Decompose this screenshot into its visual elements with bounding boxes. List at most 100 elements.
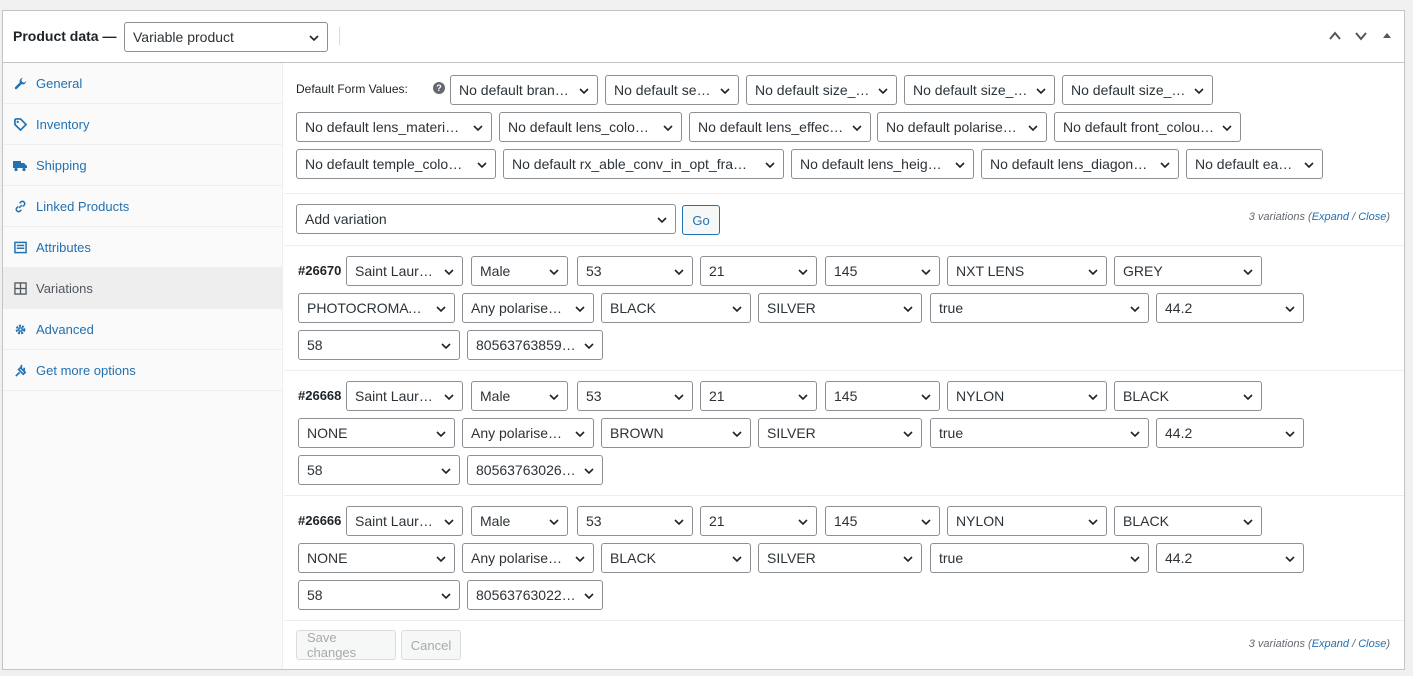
default-lens-material-select[interactable]: No default lens_material… bbox=[296, 112, 492, 142]
product-type-select[interactable]: Variable product bbox=[124, 22, 328, 52]
save-changes-button[interactable]: Save changes bbox=[296, 630, 396, 660]
variation-size-c-select[interactable]: 145 bbox=[825, 381, 940, 411]
chevron-down-icon bbox=[732, 431, 742, 438]
tab-get-more-options[interactable]: Get more options bbox=[3, 350, 282, 391]
variation-lens-height-select[interactable]: 44.2 bbox=[1156, 293, 1304, 323]
close-link[interactable]: Close bbox=[1358, 211, 1386, 223]
header-separator bbox=[339, 27, 340, 45]
variation-sex-select[interactable]: Male bbox=[471, 381, 568, 411]
variations-count: 3 variations (Expand / Close) bbox=[1249, 211, 1390, 223]
variation-lens-colour-select[interactable]: GREY bbox=[1114, 256, 1262, 286]
variation-size-c-select[interactable]: 145 bbox=[825, 506, 940, 536]
variation-brand-select[interactable]: Saint Laurent bbox=[346, 506, 463, 536]
variation-lens-diagonal-select[interactable]: 58 bbox=[298, 580, 460, 610]
variation-lens-effect-select[interactable]: NONE bbox=[298, 543, 455, 573]
help-icon[interactable]: ? bbox=[433, 82, 445, 94]
variation-id[interactable]: #26670 bbox=[298, 263, 341, 278]
variation-action-select[interactable]: Add variation bbox=[296, 204, 676, 234]
tab-general[interactable]: General bbox=[3, 63, 282, 104]
collapse-toggle-icon[interactable] bbox=[1378, 27, 1396, 45]
default-lens-effect-select[interactable]: No default lens_effect… bbox=[689, 112, 871, 142]
default-lens-colour-select[interactable]: No default lens_colour… bbox=[499, 112, 682, 142]
default-front-colour-select[interactable]: No default front_colour… bbox=[1054, 112, 1241, 142]
variation-size-b-select[interactable]: 21 bbox=[700, 256, 817, 286]
variation-size-c-select[interactable]: 145 bbox=[825, 256, 940, 286]
variation-rx-able-select[interactable]: true bbox=[930, 418, 1149, 448]
tab-advanced[interactable]: Advanced bbox=[3, 309, 282, 350]
default-size-a-select[interactable]: No default size_a… bbox=[746, 75, 897, 105]
variation-lens-height-select[interactable]: 44.2 bbox=[1156, 418, 1304, 448]
variation-temple-colour-select[interactable]: SILVER bbox=[758, 293, 922, 323]
default-ean-select[interactable]: No default ean… bbox=[1186, 149, 1323, 179]
variation-lens-colour-select[interactable]: BLACK bbox=[1114, 506, 1262, 536]
variation-polarised-select[interactable]: Any polarised… bbox=[462, 418, 594, 448]
variation-rx-able-select[interactable]: true bbox=[930, 543, 1149, 573]
variation-lens-material-select[interactable]: NYLON bbox=[947, 381, 1107, 411]
tab-variations[interactable]: Variations bbox=[3, 268, 282, 309]
variation-polarised-select[interactable]: Any polarised… bbox=[462, 293, 594, 323]
variation-size-a-select[interactable]: 53 bbox=[577, 256, 693, 286]
variation-front-colour-select[interactable]: BROWN bbox=[601, 418, 751, 448]
select-value: Any polarised… bbox=[471, 425, 567, 441]
variation-front-colour-select[interactable]: BLACK bbox=[601, 293, 751, 323]
variation-size-a-select[interactable]: 53 bbox=[577, 381, 693, 411]
variation-polarised-select[interactable]: Any polarised… bbox=[462, 543, 594, 573]
variation-temple-colour-select[interactable]: SILVER bbox=[758, 418, 922, 448]
select-value: 58 bbox=[307, 462, 323, 478]
variation-rx-able-select[interactable]: true bbox=[930, 293, 1149, 323]
close-link[interactable]: Close bbox=[1358, 638, 1386, 650]
truck-icon bbox=[13, 158, 27, 172]
default-temple-colour-select[interactable]: No default temple_colour… bbox=[296, 149, 496, 179]
grid-icon bbox=[13, 281, 27, 295]
variation-ean-select[interactable]: 8056376385991 bbox=[467, 330, 603, 360]
select-value: NYLON bbox=[956, 388, 1005, 404]
expand-link[interactable]: Expand bbox=[1312, 211, 1349, 223]
default-rx-able-select[interactable]: No default rx_able_conv_in_opt_frame… bbox=[503, 149, 784, 179]
count-text: 3 variations ( bbox=[1248, 211, 1312, 223]
variation-ean-select[interactable]: 8056376302271 bbox=[467, 580, 603, 610]
default-brand-select[interactable]: No default brand… bbox=[450, 75, 598, 105]
select-value: 44.2 bbox=[1165, 550, 1193, 566]
default-lens-height-select[interactable]: No default lens_height… bbox=[791, 149, 974, 179]
variation-id[interactable]: #26668 bbox=[298, 388, 341, 403]
tab-linked-products[interactable]: Linked Products bbox=[3, 186, 282, 227]
variation-lens-diagonal-select[interactable]: 58 bbox=[298, 455, 460, 485]
chevron-down-icon bbox=[441, 343, 451, 350]
default-sex-select[interactable]: No default sex… bbox=[605, 75, 739, 105]
variation-lens-effect-select[interactable]: PHOTOCROMATIC bbox=[298, 293, 455, 323]
select-value: No default lens_diagonal… bbox=[990, 156, 1152, 172]
expand-link[interactable]: Expand bbox=[1312, 638, 1349, 650]
variation-id[interactable]: #26666 bbox=[298, 513, 341, 528]
variation-brand-select[interactable]: Saint Laurent bbox=[346, 256, 463, 286]
tab-inventory[interactable]: Inventory bbox=[3, 104, 282, 145]
default-size-b-select[interactable]: No default size_b… bbox=[904, 75, 1055, 105]
variation-front-colour-select[interactable]: BLACK bbox=[601, 543, 751, 573]
variation-size-a-select[interactable]: 53 bbox=[577, 506, 693, 536]
variation-size-b-select[interactable]: 21 bbox=[700, 506, 817, 536]
variation-lens-material-select[interactable]: NXT LENS bbox=[947, 256, 1107, 286]
variation-lens-material-select[interactable]: NYLON bbox=[947, 506, 1107, 536]
variation-lens-diagonal-select[interactable]: 58 bbox=[298, 330, 460, 360]
variation-lens-colour-select[interactable]: BLACK bbox=[1114, 381, 1262, 411]
tab-label: Get more options bbox=[36, 362, 136, 378]
move-up-icon[interactable] bbox=[1326, 27, 1344, 45]
default-lens-diagonal-select[interactable]: No default lens_diagonal… bbox=[981, 149, 1179, 179]
variation-brand-select[interactable]: Saint Laurent bbox=[346, 381, 463, 411]
chevron-down-icon bbox=[1243, 394, 1253, 401]
variation-temple-colour-select[interactable]: SILVER bbox=[758, 543, 922, 573]
chevron-down-icon bbox=[1285, 431, 1295, 438]
cancel-button[interactable]: Cancel bbox=[401, 630, 461, 660]
variation-lens-height-select[interactable]: 44.2 bbox=[1156, 543, 1304, 573]
variation-lens-effect-select[interactable]: NONE bbox=[298, 418, 455, 448]
variation-sex-select[interactable]: Male bbox=[471, 256, 568, 286]
variations-footer: Save changes Cancel 3 variations (Expand… bbox=[284, 621, 1404, 671]
variation-size-b-select[interactable]: 21 bbox=[700, 381, 817, 411]
tab-attributes[interactable]: Attributes bbox=[3, 227, 282, 268]
variation-ean-select[interactable]: 8056376302653 bbox=[467, 455, 603, 485]
default-polarised-select[interactable]: No default polarised… bbox=[877, 112, 1047, 142]
tab-shipping[interactable]: Shipping bbox=[3, 145, 282, 186]
variation-sex-select[interactable]: Male bbox=[471, 506, 568, 536]
go-button[interactable]: Go bbox=[682, 205, 720, 235]
move-down-icon[interactable] bbox=[1352, 27, 1370, 45]
default-size-c-select[interactable]: No default size_c… bbox=[1062, 75, 1213, 105]
